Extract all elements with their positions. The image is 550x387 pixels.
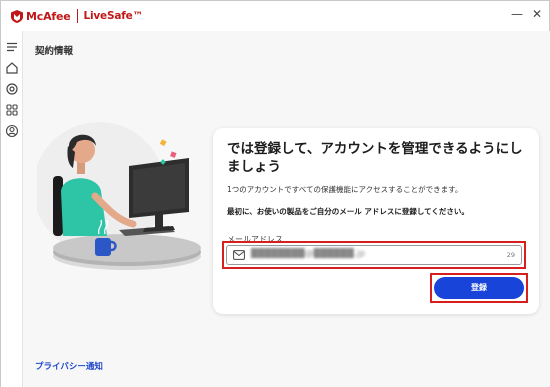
title-bar: McAfee LiveSafe™ — ✕ [1, 1, 549, 31]
logo-divider [76, 9, 78, 23]
mcafee-shield-icon [11, 9, 23, 23]
menu-icon[interactable] [5, 40, 19, 54]
app-logo: McAfee LiveSafe™ [11, 9, 143, 23]
account-icon[interactable] [5, 124, 19, 138]
sidebar [1, 31, 23, 387]
brand-name: McAfee [26, 9, 71, 23]
privacy-notice-link[interactable]: プライバシー通知 [35, 360, 103, 372]
main-content: 契約情報 では登録して、アカウントを管理できるようにしましょう 1つのアカウント… [23, 31, 550, 387]
mail-icon [233, 250, 245, 260]
home-icon[interactable] [5, 61, 19, 75]
email-field[interactable]: ████████@██████.jp 29 [226, 245, 522, 265]
register-button[interactable]: 登録 [434, 277, 524, 299]
apps-grid-icon[interactable] [5, 103, 19, 117]
user-at-computer-illustration [37, 122, 201, 270]
minimize-button[interactable]: — [510, 7, 524, 21]
app-window: McAfee LiveSafe™ — ✕ 契約情報 では登録して、アカウントを管… [0, 0, 550, 387]
registration-card: では登録して、アカウントを管理できるようにしましょう 1つのアカウントですべての… [213, 128, 539, 314]
card-title: では登録して、アカウントを管理できるようにしましょう [227, 141, 523, 175]
card-description: 1つのアカウントですべての保護機能にアクセスすることができます。 [227, 185, 463, 194]
char-counter: 29 [506, 251, 515, 259]
email-field-highlight: ████████@██████.jp 29 [222, 241, 526, 269]
close-button[interactable]: ✕ [530, 7, 544, 21]
page-title: 契約情報 [35, 46, 74, 57]
register-button-highlight: 登録 [430, 273, 528, 303]
protection-icon[interactable] [5, 82, 19, 96]
product-name: LiveSafe™ [83, 10, 143, 22]
card-instruction: 最初に、お使いの製品をご自分のメール アドレスに登録してください。 [227, 207, 469, 216]
email-field-value: ████████@██████.jp [251, 249, 366, 259]
